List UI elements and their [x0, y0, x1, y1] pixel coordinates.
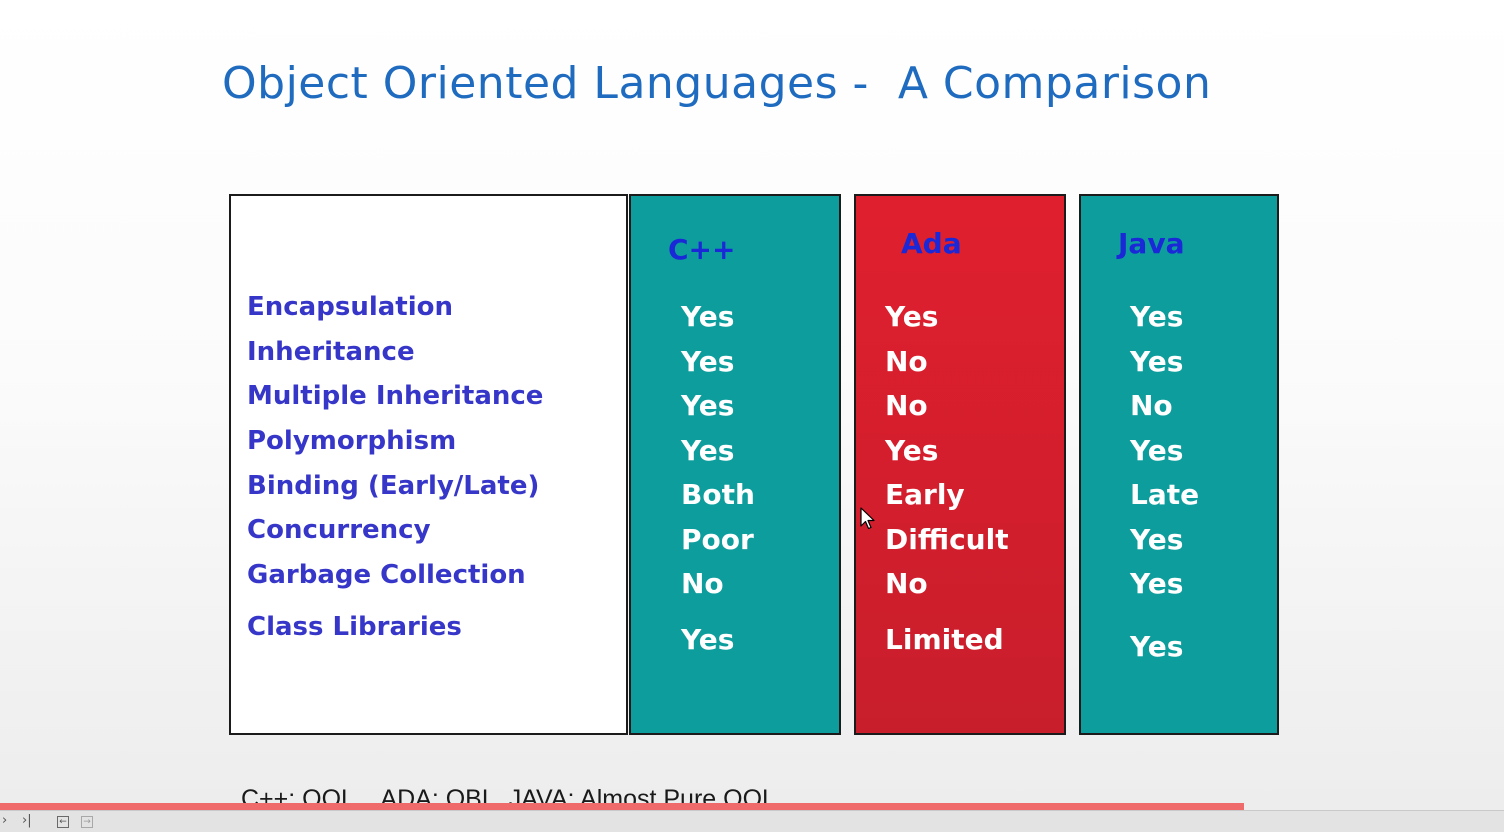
java-value: Yes	[1130, 567, 1184, 600]
java-value: Late	[1130, 478, 1200, 511]
forward-icon[interactable]: →	[81, 816, 93, 828]
last-icon[interactable]: ›|	[22, 813, 32, 829]
java-value: Yes	[1130, 523, 1184, 556]
feature-label: Encapsulation	[247, 292, 453, 322]
feature-label: Class Libraries	[247, 612, 462, 642]
feature-label: Garbage Collection	[247, 560, 526, 590]
cpp-column: C++ Yes Yes Yes Yes Both Poor No Yes	[629, 194, 841, 735]
features-column: Encapsulation Inheritance Multiple Inher…	[229, 194, 628, 735]
next-icon[interactable]: ›	[2, 813, 7, 829]
ada-value: Yes	[885, 300, 939, 333]
cpp-header: C++	[668, 233, 736, 266]
back-icon[interactable]: ←	[57, 816, 69, 828]
java-value: Yes	[1130, 434, 1184, 467]
java-value: Yes	[1130, 630, 1184, 663]
ada-value: No	[885, 345, 928, 378]
ada-value: Yes	[885, 434, 939, 467]
java-header: Java	[1118, 227, 1185, 260]
ada-header: Ada	[901, 227, 962, 260]
cpp-value: Poor	[681, 523, 754, 556]
cpp-value: Yes	[681, 434, 735, 467]
cpp-value: Yes	[681, 300, 735, 333]
ada-value: No	[885, 567, 928, 600]
ada-value: Difficult	[885, 523, 1009, 556]
ada-column: Ada Yes No No Yes Early Difficult No Lim…	[854, 194, 1066, 735]
java-value: Yes	[1130, 345, 1184, 378]
feature-label: Concurrency	[247, 515, 431, 545]
feature-label: Inheritance	[247, 337, 415, 367]
ada-value: Early	[885, 478, 965, 511]
feature-label: Multiple Inheritance	[247, 381, 544, 411]
cpp-value: Yes	[681, 623, 735, 656]
cpp-value: Yes	[681, 389, 735, 422]
ada-value: No	[885, 389, 928, 422]
cpp-value: Yes	[681, 345, 735, 378]
slide-title: Object Oriented Languages - A Comparison	[222, 58, 1212, 109]
video-progress-fill	[0, 803, 1244, 810]
cpp-value: Both	[681, 478, 755, 511]
cpp-value: No	[681, 567, 724, 600]
video-progress-bar[interactable]	[0, 803, 1504, 810]
mouse-cursor-icon	[860, 507, 875, 530]
player-control-bar: › ›| ← →	[0, 810, 1504, 832]
java-value: No	[1130, 389, 1173, 422]
java-column: Java Yes Yes No Yes Late Yes Yes Yes	[1079, 194, 1279, 735]
ada-value: Limited	[885, 623, 1004, 656]
feature-label: Polymorphism	[247, 426, 457, 456]
feature-label: Binding (Early/Late)	[247, 471, 540, 501]
java-value: Yes	[1130, 300, 1184, 333]
